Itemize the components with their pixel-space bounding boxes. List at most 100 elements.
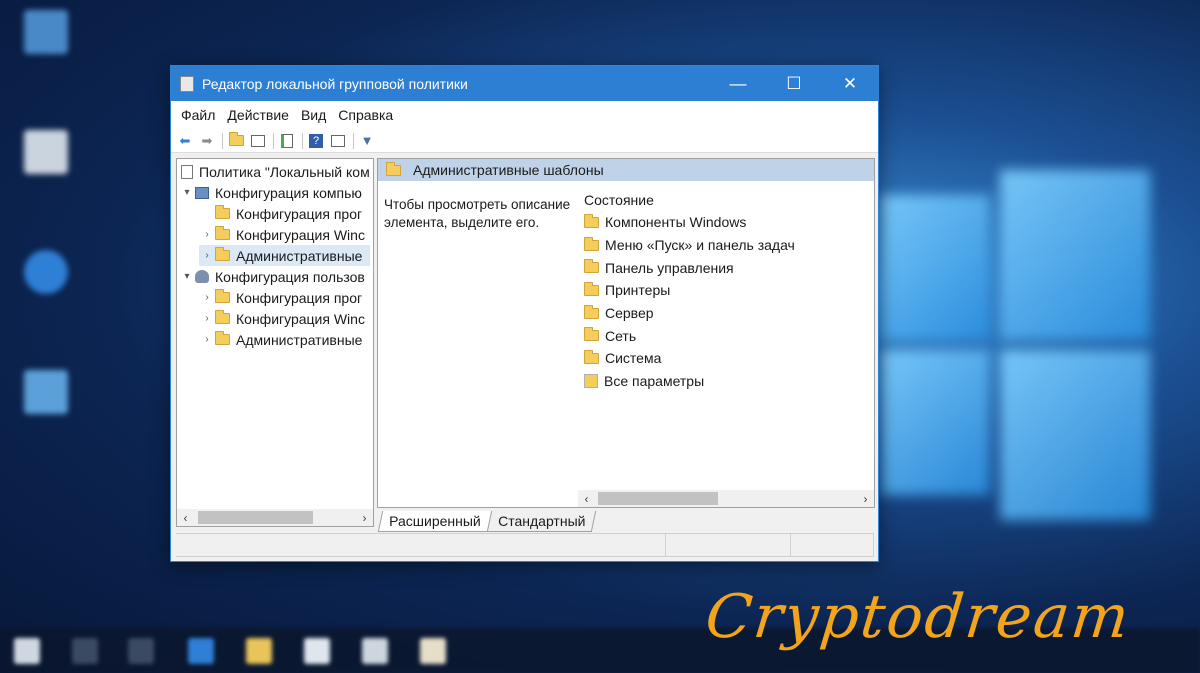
tab-standard[interactable]: Стандартный — [486, 511, 597, 532]
folder-icon — [584, 213, 599, 228]
windows-logo-wallpaper — [880, 150, 1150, 550]
chevron-right-icon[interactable]: › — [199, 292, 215, 303]
chevron-right-icon[interactable]: › — [199, 313, 215, 324]
forward-arrow-icon[interactable]: ➡ — [198, 132, 216, 150]
folder-icon — [215, 331, 230, 345]
mail-taskbar-icon[interactable] — [362, 638, 388, 664]
folder-icon — [215, 289, 230, 303]
toolbar-separator — [302, 132, 303, 149]
chevron-right-icon[interactable]: › — [199, 250, 215, 261]
gpedit-taskbar-icon[interactable] — [420, 638, 446, 664]
tree-horizontal-scrollbar[interactable]: ‹ › — [177, 509, 373, 526]
all-settings-icon — [584, 374, 598, 389]
export-list-icon[interactable] — [278, 132, 296, 150]
list-item[interactable]: Сеть — [580, 324, 795, 347]
scroll-right-icon[interactable]: › — [356, 511, 373, 525]
menu-action[interactable]: Действие — [221, 107, 295, 123]
chevron-right-icon[interactable]: › — [199, 334, 215, 345]
settings-list: Состояние Компоненты Windows Меню «Пуск»… — [580, 189, 795, 393]
desktop-icons — [0, 0, 100, 673]
watermark-text: Cryptodream — [702, 582, 1135, 652]
explorer-taskbar-icon[interactable] — [246, 638, 272, 664]
tree-item[interactable]: › Конфигурация прог — [199, 287, 362, 308]
tree-pane: Политика "Локальный ком ▾ Конфигурация к… — [176, 158, 374, 527]
task-view-icon[interactable] — [128, 638, 154, 664]
tab-extended[interactable]: Расширенный — [377, 511, 492, 532]
tree-item-selected[interactable]: › Административные — [199, 245, 371, 266]
list-item[interactable]: Меню «Пуск» и панель задач — [580, 234, 795, 257]
list-item-label: Панель управления — [605, 259, 734, 276]
show-hide-tree-icon[interactable] — [249, 132, 267, 150]
list-item[interactable]: Панель управления — [580, 256, 795, 279]
folder-icon — [584, 281, 599, 296]
chevron-down-icon[interactable]: ▾ — [179, 271, 195, 282]
computer-icon — [195, 186, 209, 199]
tree-root[interactable]: Политика "Локальный ком — [181, 161, 370, 182]
list-item[interactable]: Компоненты Windows — [580, 211, 795, 234]
start-icon[interactable] — [14, 638, 40, 664]
close-button[interactable]: ✕ — [822, 66, 878, 101]
tree-label: Конфигурация пользов — [215, 268, 365, 285]
up-folder-icon[interactable] — [227, 132, 245, 150]
user-icon — [195, 270, 209, 283]
column-header-state[interactable]: Состояние — [580, 189, 795, 211]
list-item-label: Сеть — [605, 327, 637, 344]
toolbar-separator — [222, 132, 223, 149]
title-bar[interactable]: Редактор локальной групповой политики — … — [171, 66, 878, 101]
desktop-icon-computer[interactable] — [10, 10, 82, 71]
tree-label: Конфигурация Winc — [236, 310, 365, 327]
list-item[interactable]: Все параметры — [580, 370, 795, 393]
menu-bar: Файл Действие Вид Справка — [171, 101, 878, 129]
details-header: Административные шаблоны — [378, 159, 874, 181]
store-taskbar-icon[interactable] — [304, 638, 330, 664]
search-icon[interactable] — [72, 638, 98, 664]
edge-taskbar-icon[interactable] — [188, 638, 214, 664]
tree-label: Конфигурация прог — [236, 289, 363, 306]
chevron-down-icon[interactable]: ▾ — [179, 187, 195, 198]
list-item[interactable]: Сервер — [580, 302, 795, 325]
scroll-track[interactable] — [595, 490, 857, 507]
tree-item[interactable]: › Конфигурация Winc — [199, 224, 365, 245]
back-arrow-icon[interactable]: ⬅ — [176, 132, 194, 150]
details-header-title: Административные шаблоны — [413, 162, 604, 178]
list-item[interactable]: Система — [580, 347, 795, 370]
minimize-button[interactable]: — — [710, 66, 766, 101]
tree-computer-configuration[interactable]: ▾ Конфигурация компью — [179, 182, 362, 203]
list-item-label: Сервер — [605, 305, 654, 322]
properties-icon[interactable] — [329, 132, 347, 150]
status-bar — [176, 533, 874, 557]
menu-help[interactable]: Справка — [332, 107, 399, 123]
menu-view[interactable]: Вид — [295, 107, 332, 123]
chevron-right-icon[interactable]: › — [199, 229, 215, 240]
tree-label: Конфигурация компью — [215, 184, 362, 201]
scroll-left-icon[interactable]: ‹ — [177, 511, 194, 525]
folder-icon — [584, 259, 599, 274]
desktop-icon-edge[interactable] — [10, 250, 82, 311]
folder-icon — [215, 247, 230, 261]
filter-icon[interactable]: ▼ — [358, 132, 376, 150]
desktop-icon-control-panel[interactable] — [10, 370, 82, 431]
scroll-track[interactable] — [194, 509, 356, 526]
scroll-thumb[interactable] — [198, 511, 313, 524]
list-horizontal-scrollbar[interactable]: ‹ › — [578, 490, 874, 507]
tree-item[interactable]: Конфигурация прог — [199, 203, 362, 224]
list-item[interactable]: Принтеры — [580, 279, 795, 302]
toolbar: ⬅ ➡ ? ▼ — [171, 129, 878, 153]
tree-label: Административные — [236, 331, 363, 348]
scroll-right-icon[interactable]: › — [857, 492, 874, 506]
folder-icon — [584, 236, 599, 251]
gpedit-window: Редактор локальной групповой политики — … — [170, 65, 879, 562]
tree-user-configuration[interactable]: ▾ Конфигурация пользов — [179, 266, 365, 287]
tree-item[interactable]: › Конфигурация Winc — [199, 308, 365, 329]
tree-item[interactable]: › Административные — [199, 329, 362, 350]
tree-label: Административные — [236, 247, 363, 264]
desktop-icon-recycle-bin[interactable] — [10, 130, 82, 191]
help-icon[interactable]: ? — [307, 132, 325, 150]
menu-file[interactable]: Файл — [175, 107, 221, 123]
maximize-button[interactable]: ☐ — [766, 66, 822, 101]
scroll-thumb[interactable] — [598, 492, 718, 505]
scroll-left-icon[interactable]: ‹ — [578, 492, 595, 506]
tree-root-label: Политика "Локальный ком — [199, 163, 370, 180]
gpedit-app-icon — [180, 75, 194, 92]
tab-label: Расширенный — [389, 513, 481, 529]
